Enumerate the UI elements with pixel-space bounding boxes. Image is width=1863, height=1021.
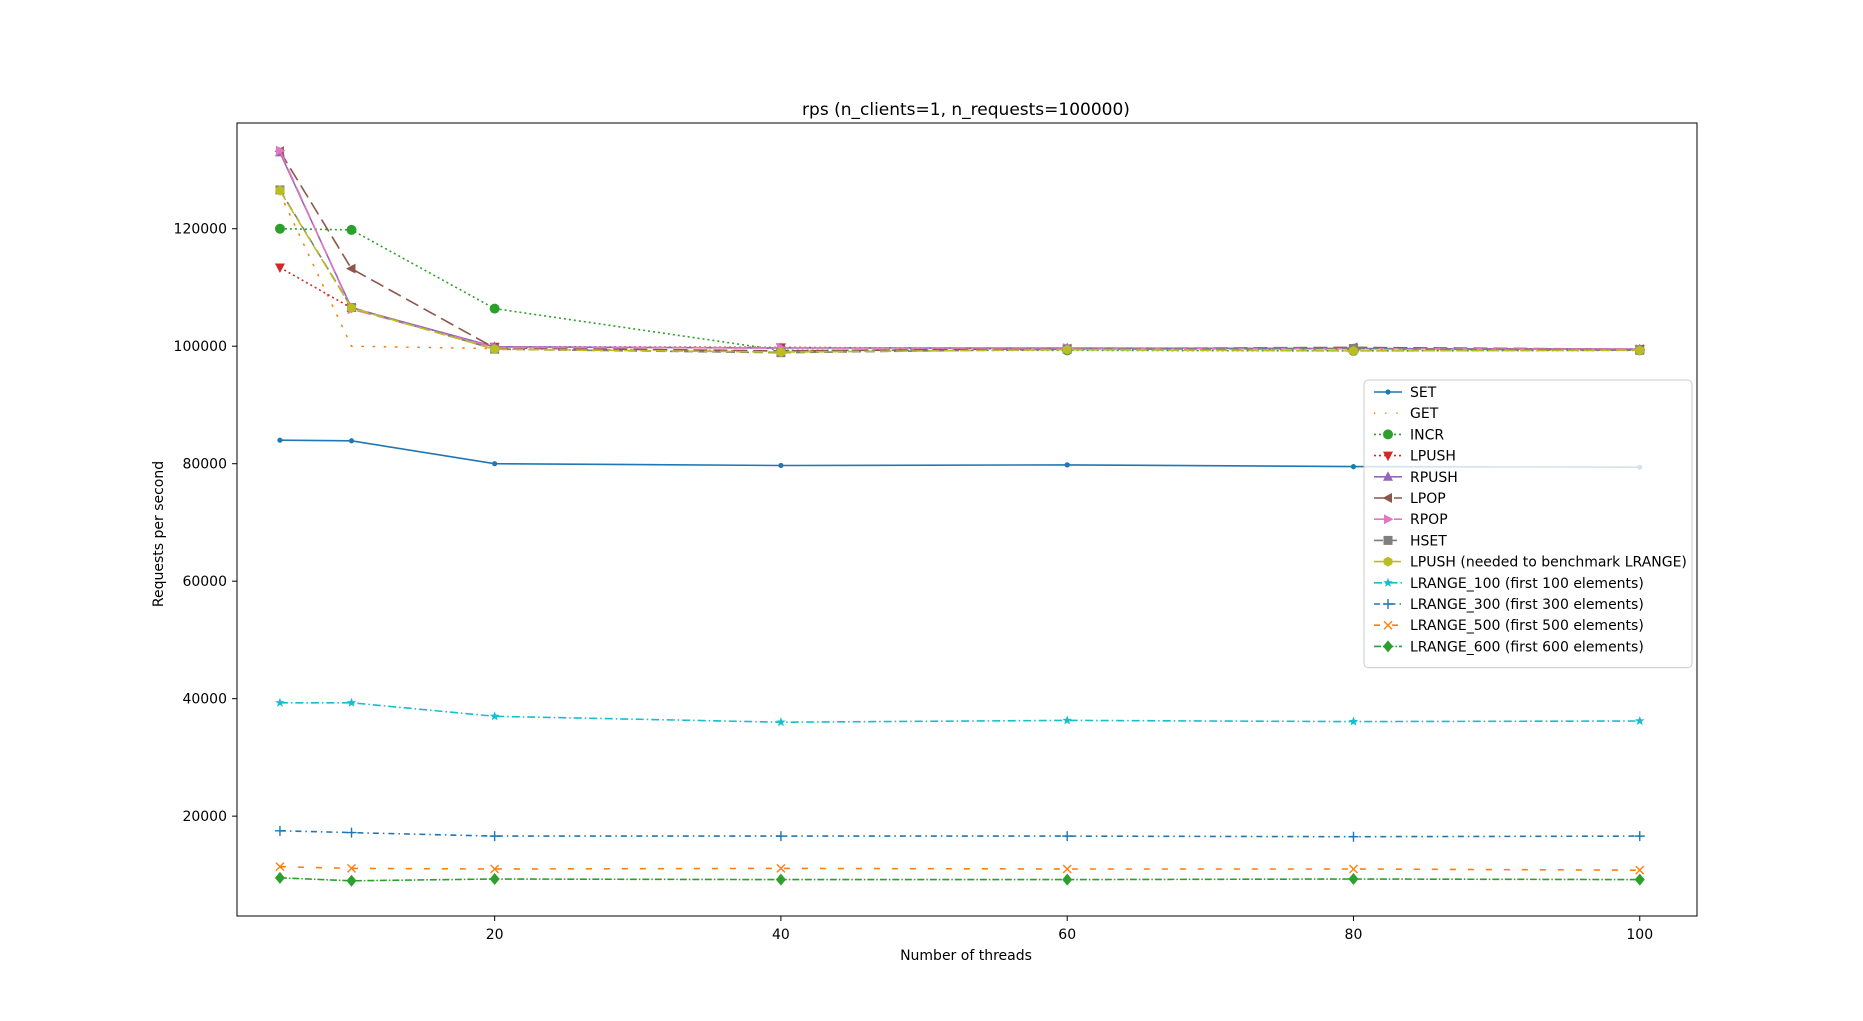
y-tick-label: 60000 <box>182 574 227 590</box>
legend-label: RPOP <box>1410 512 1448 528</box>
legend: SET GET INCR LPUSH RPUSH LPOP RPOP HSET LPUSH (n… <box>1363 379 1693 669</box>
legend-marker <box>1383 535 1393 545</box>
legend-label: LPOP <box>1410 491 1446 507</box>
legend-label: SET <box>1410 385 1437 401</box>
legend-item-lrange-600-first-600-elements: LRANGE_600 (first 600 elements) <box>1374 639 1644 655</box>
legend-label: LPUSH (needed to benchmark LRANGE) <box>1410 555 1687 571</box>
legend-marker <box>1383 429 1393 440</box>
x-tick-label: 60 <box>1058 927 1076 943</box>
x-tick-label: 20 <box>486 927 504 943</box>
data-point-set <box>1064 462 1070 468</box>
y-tick-label: 80000 <box>182 457 227 473</box>
legend-item-lrange-500-first-500-elements: LRANGE_500 (first 500 elements) <box>1374 618 1644 634</box>
legend-label: LRANGE_600 (first 600 elements) <box>1410 639 1644 655</box>
legend-label: LRANGE_500 (first 500 elements) <box>1410 618 1644 634</box>
legend-label: LPUSH <box>1410 449 1456 465</box>
chart-title: rps (n_clients=1, n_requests=100000) <box>802 100 1130 120</box>
line-chart: rps (n_clients=1, n_requests=100000) Num… <box>0 0 1863 1017</box>
data-point-incr <box>489 303 500 314</box>
legend-label: LRANGE_100 (first 100 elements) <box>1410 576 1644 592</box>
data-point-incr <box>346 224 357 235</box>
data-point-set <box>778 462 784 469</box>
y-axis-label: Requests per second <box>151 461 167 607</box>
data-point-incr <box>274 223 285 234</box>
legend-item-lrange-100-first-100-elements: LRANGE_100 (first 100 elements) <box>1374 576 1644 592</box>
data-point-set <box>277 437 283 443</box>
data-point-set <box>348 438 355 444</box>
legend-label: HSET <box>1410 533 1447 549</box>
x-tick-label: 40 <box>772 927 790 943</box>
legend-label: RPUSH <box>1410 470 1458 486</box>
x-tick-label: 100 <box>1626 927 1653 943</box>
y-tick-label: 40000 <box>182 692 227 708</box>
legend-label: GET <box>1410 406 1439 422</box>
legend-label: INCR <box>1410 427 1444 443</box>
legend-marker <box>1385 389 1391 395</box>
x-tick-label: 80 <box>1345 927 1363 943</box>
data-point-set <box>1350 464 1357 470</box>
x-axis-label: Number of threads <box>900 948 1032 964</box>
y-tick-label: 100000 <box>174 339 227 355</box>
legend-label: LRANGE_300 (first 300 elements) <box>1410 597 1644 613</box>
legend-item-lrange-300-first-300-elements: LRANGE_300 (first 300 elements) <box>1374 597 1644 613</box>
data-point-set <box>492 461 498 467</box>
legend-item-lpush-needed-to-benchmark-lrange: LPUSH (needed to benchmark LRANGE) <box>1374 555 1687 571</box>
y-tick-label: 20000 <box>182 809 227 825</box>
y-tick-label: 120000 <box>174 222 227 238</box>
chart-root: rps (n_clients=1, n_requests=100000) Num… <box>0 0 1863 1017</box>
